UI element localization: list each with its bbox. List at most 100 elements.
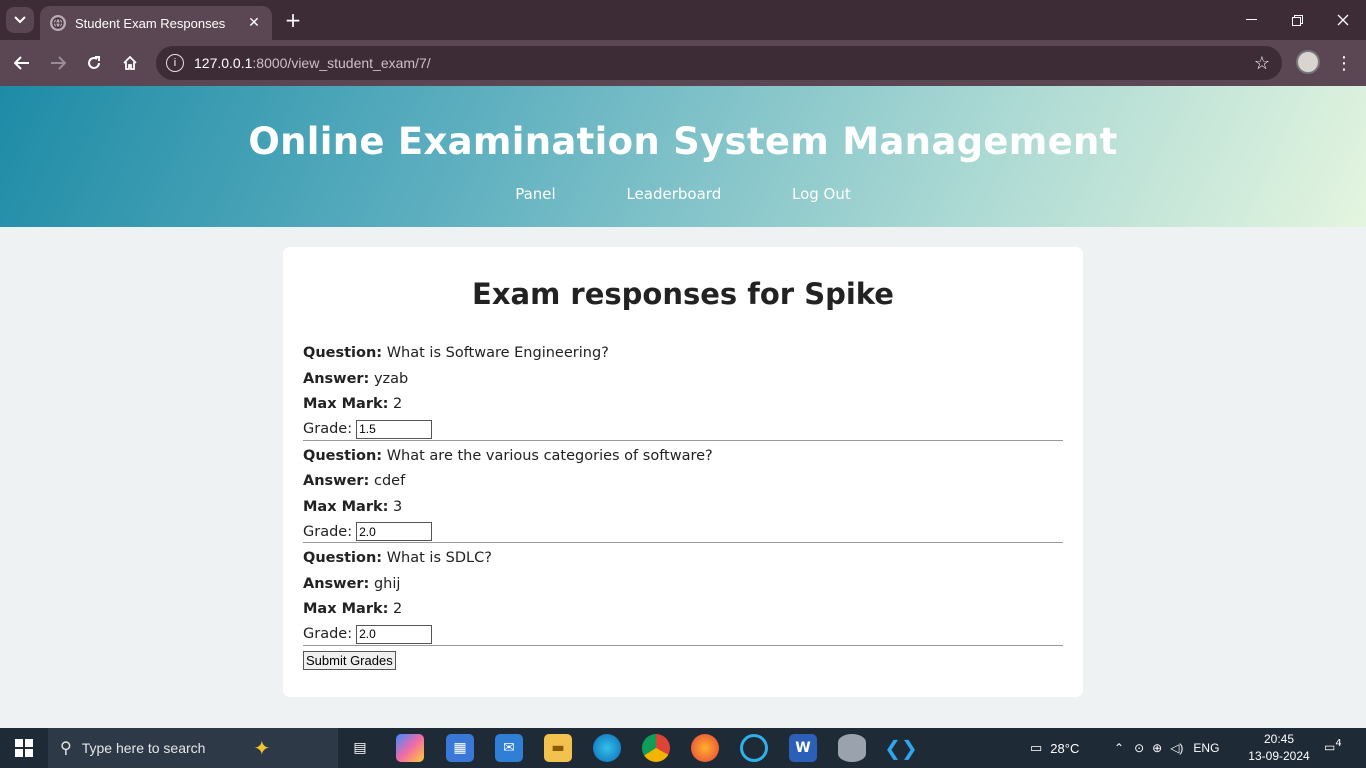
max-mark-value: 3 <box>393 498 403 515</box>
database-icon[interactable] <box>838 734 866 762</box>
tab-search-button[interactable] <box>6 7 34 33</box>
response-item: Question: What are the various categorie… <box>303 444 1063 543</box>
answer-label: Answer: <box>303 370 370 387</box>
browser-tab-bar: Student Exam Responses ✕ + <box>0 0 1366 40</box>
nav-logout-link[interactable]: Log Out <box>792 185 851 203</box>
question-label: Question: <box>303 345 383 361</box>
restore-button[interactable] <box>1274 0 1320 40</box>
home-button[interactable] <box>115 48 145 78</box>
question-line: Question: What are the various categorie… <box>303 444 1063 470</box>
grade-label: Grade: <box>303 626 353 642</box>
chrome-icon[interactable] <box>642 734 670 762</box>
answer-label: Answer: <box>303 473 370 489</box>
close-icon <box>1337 14 1349 26</box>
cortana-icon[interactable] <box>740 734 768 762</box>
globe-icon[interactable]: ⊕ <box>1152 741 1162 755</box>
windows-taskbar: ⚲ Type here to search ✦ ▤ ▦ ✉ ▬ W ❮❯ ▭ 2… <box>0 728 1366 768</box>
weather-widget[interactable]: ▭ 28°C <box>1030 728 1079 768</box>
max-mark-line: Max Mark: 2 <box>303 597 1063 623</box>
max-mark-line: Max Mark: 2 <box>303 392 1063 418</box>
language-indicator[interactable]: ENG <box>1193 741 1219 755</box>
question-text: What is SDLC? <box>386 550 492 566</box>
minimize-icon <box>1245 19 1257 20</box>
answer-label: Answer: <box>303 575 370 592</box>
chevron-down-icon <box>14 16 26 24</box>
answer-line: Answer: cdef <box>303 469 1063 495</box>
minimize-button[interactable] <box>1228 0 1274 40</box>
grade-line: Grade: <box>303 624 1063 644</box>
weather-icon: ▭ <box>1030 740 1043 755</box>
word-icon[interactable]: W <box>789 734 817 762</box>
chevron-up-icon[interactable]: ⌃ <box>1114 741 1124 755</box>
site-info-icon[interactable]: i <box>166 54 184 72</box>
address-bar[interactable]: i 127.0.0.1:8000/view_student_exam/7/ ☆ <box>156 46 1282 80</box>
close-tab-icon[interactable]: ✕ <box>246 15 262 31</box>
clock-time: 20:45 <box>1263 732 1295 746</box>
profile-avatar[interactable] <box>1296 50 1320 74</box>
question-line: Question: What is Software Engineering? <box>303 341 1063 367</box>
close-window-button[interactable] <box>1320 0 1366 40</box>
notification-count: 4 <box>1335 738 1342 749</box>
divider <box>303 644 1063 646</box>
file-explorer-icon[interactable]: ▬ <box>544 734 572 762</box>
search-placeholder: Type here to search <box>81 740 206 756</box>
microsoft-store-icon[interactable]: ▦ <box>446 734 474 762</box>
task-view-icon[interactable]: ▤ <box>346 734 374 762</box>
notification-icon: ▭ <box>1324 740 1336 754</box>
max-mark-label: Max Mark: <box>303 396 389 412</box>
max-mark-value: 2 <box>393 601 403 617</box>
edge-icon[interactable] <box>593 734 621 762</box>
grade-label: Grade: <box>303 421 353 437</box>
grade-line: Grade: <box>303 522 1063 541</box>
nav-leaderboard-link[interactable]: Leaderboard <box>626 185 721 203</box>
submit-grades-button[interactable]: Submit Grades <box>303 650 396 670</box>
divider <box>303 542 1063 543</box>
exam-responses-card: Exam responses for Spike Question: What … <box>283 247 1083 697</box>
taskbar-search[interactable]: ⚲ Type here to search ✦ <box>48 728 338 768</box>
max-mark-label: Max Mark: <box>303 498 389 515</box>
tab-title: Student Exam Responses <box>75 15 226 31</box>
max-mark-value: 2 <box>393 396 403 412</box>
copilot-icon[interactable] <box>396 734 424 762</box>
max-mark-label: Max Mark: <box>303 601 389 617</box>
network-icon[interactable]: ⊙ <box>1134 741 1144 755</box>
back-button[interactable] <box>7 48 37 78</box>
grade-line: Grade: <box>303 419 1063 439</box>
question-label: Question: <box>303 447 383 464</box>
firefox-icon[interactable] <box>691 734 719 762</box>
main-nav: Panel Leaderboard Log Out <box>0 185 1366 203</box>
bookmark-star-icon[interactable]: ☆ <box>1254 53 1270 74</box>
site-header: Online Examination System Management Pan… <box>0 86 1366 227</box>
browser-tab[interactable]: Student Exam Responses ✕ <box>40 6 272 40</box>
search-icon: ⚲ <box>60 740 72 757</box>
answer-line: Answer: ghij <box>303 572 1063 598</box>
reload-icon <box>88 56 100 69</box>
site-title: Online Examination System Management <box>248 120 1118 163</box>
browser-menu-icon[interactable]: ⋮ <box>1334 50 1354 76</box>
notification-center[interactable]: ▭4 <box>1324 738 1344 758</box>
answer-text: cdef <box>373 473 406 489</box>
mail-icon[interactable]: ✉ <box>495 734 523 762</box>
answer-text: ghij <box>373 575 401 592</box>
reload-button[interactable] <box>79 48 109 78</box>
page-heading: Exam responses for Spike <box>472 277 894 311</box>
question-text: What are the various categories of softw… <box>386 447 713 464</box>
clock[interactable]: 20:45 13-09-2024 <box>1246 731 1312 765</box>
weather-temp: 28°C <box>1050 740 1080 756</box>
start-button[interactable] <box>0 728 48 768</box>
copilot-sparkle-icon: ✦ <box>253 737 271 760</box>
url-host: 127.0.0.1 <box>194 55 253 71</box>
grade-input[interactable] <box>356 624 433 644</box>
volume-icon[interactable]: ◁) <box>1170 741 1183 755</box>
grade-input[interactable] <box>356 522 433 541</box>
grade-input[interactable] <box>356 419 433 439</box>
windows-logo-icon <box>15 739 33 757</box>
new-tab-button[interactable]: + <box>282 8 304 32</box>
max-mark-line: Max Mark: 3 <box>303 495 1063 521</box>
url-path: :8000/view_student_exam/7/ <box>252 55 431 71</box>
response-item: Question: What is Software Engineering? … <box>303 341 1063 441</box>
vscode-icon[interactable]: ❮❯ <box>884 734 918 762</box>
home-icon <box>123 55 137 70</box>
forward-button[interactable] <box>43 48 73 78</box>
nav-panel-link[interactable]: Panel <box>515 185 555 203</box>
